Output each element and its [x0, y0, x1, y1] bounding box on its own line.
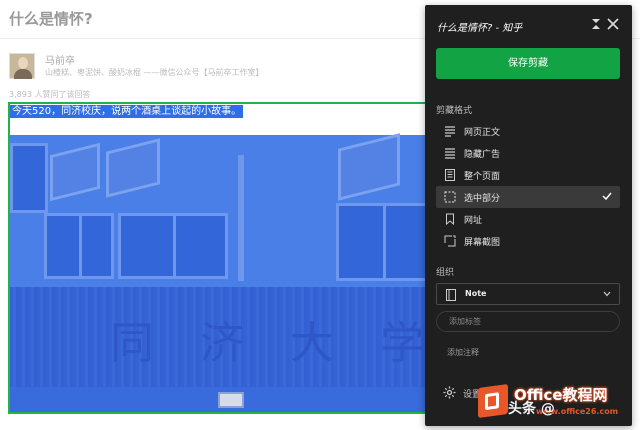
window [118, 213, 228, 279]
save-clip-button[interactable]: 保存剪藏 [436, 48, 620, 79]
office-logo-mark [485, 392, 499, 411]
selected-text: 今天520，同济校庆，说两个酒桌上谈起的小故事。 [10, 105, 244, 118]
bookmark-icon [446, 213, 454, 225]
office-logo-icon [478, 383, 508, 419]
format-label: 网页正文 [464, 128, 501, 138]
selected-text-strip: 今天520，同济校庆，说两个酒桌上谈起的小故事。 [10, 104, 430, 135]
page: 什么是情怀? 马前卒 山楂糕、枣泥饼、酸奶冰棍 ——微信公众号【马前卒工作室】 … [0, 0, 640, 430]
full-page-icon [445, 169, 455, 181]
question-title: 什么是情怀? [9, 10, 93, 28]
watermark-toutiao: 头条 @ [508, 401, 555, 417]
window [336, 203, 430, 281]
selected-region: 今天520，同济校庆，说两个酒桌上谈起的小故事。 同 济 大 学 [8, 102, 432, 414]
notebook-name: Note [465, 289, 487, 298]
sign-char: 济 [200, 318, 244, 369]
format-option-full-page[interactable]: 整个页面 [436, 164, 620, 186]
notebook-icon [446, 289, 456, 301]
selection-icon [444, 191, 456, 203]
agree-count[interactable]: 3,893 人赞同了该回答 [9, 89, 90, 100]
pillar [238, 155, 244, 281]
format-label: 整个页面 [464, 172, 501, 182]
web-clipper-panel: 什么是情怀? - 知乎 保存剪藏 剪藏格式 网页正文 隐藏广告 整个页面 选中部… [425, 5, 632, 426]
window [10, 143, 48, 213]
author-bio: 山楂糕、枣泥饼、酸奶冰棍 ——微信公众号【马前卒工作室】 [45, 68, 264, 77]
sign-char: 同 [110, 318, 154, 369]
add-note-link[interactable]: 添加注释 [447, 347, 479, 358]
author-avatar[interactable] [9, 53, 35, 79]
window-mullion [173, 216, 176, 276]
format-label: 屏幕截图 [464, 238, 501, 248]
author-name[interactable]: 马前卒 [45, 52, 75, 67]
checkmark-icon [602, 192, 612, 201]
hide-ads-icon [445, 148, 455, 159]
screenshot-icon [444, 235, 456, 247]
close-icon[interactable] [606, 17, 620, 31]
format-option-bookmark[interactable]: 网址 [436, 208, 620, 230]
format-heading: 剪藏格式 [436, 106, 473, 116]
notebook-select[interactable]: Note [436, 283, 620, 305]
avatar-body [14, 69, 32, 79]
tag-input[interactable] [436, 311, 620, 332]
format-option-selection[interactable]: 选中部分 [436, 186, 620, 208]
organize-heading: 组织 [436, 268, 455, 278]
answer-photo: 同 济 大 学 [10, 133, 430, 412]
format-label: 隐藏广告 [464, 150, 501, 160]
article-icon [445, 126, 455, 137]
clipper-title: 什么是情怀? - 知乎 [437, 23, 523, 34]
sign-char: 学 [380, 318, 424, 369]
vent [218, 392, 244, 408]
format-option-hide-ads[interactable]: 隐藏广告 [436, 142, 620, 164]
format-label: 选中部分 [464, 194, 501, 204]
format-option-article[interactable]: 网页正文 [436, 120, 620, 142]
gear-icon [443, 386, 456, 399]
avatar-face [18, 57, 28, 69]
chevron-down-icon [603, 291, 611, 297]
collapse-icon[interactable] [589, 17, 603, 31]
sign-char: 大 [290, 318, 334, 369]
format-option-screenshot[interactable]: 屏幕截图 [436, 230, 620, 252]
window [44, 213, 114, 279]
window-mullion [79, 216, 82, 276]
format-label: 网址 [464, 216, 483, 226]
window-mullion [383, 206, 386, 278]
